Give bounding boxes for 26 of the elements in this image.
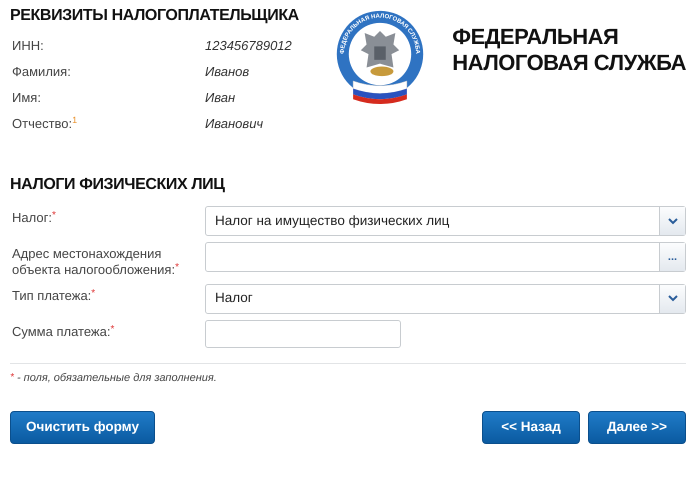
address-field[interactable]: ... (205, 242, 686, 272)
agency-name: ФЕДЕРАЛЬНАЯ (452, 24, 620, 50)
field-value: Иванович (205, 115, 264, 134)
field-label: Налог:* (11, 209, 57, 228)
browse-button[interactable]: ... (659, 243, 685, 272)
dropdown-field[interactable]: Налог на имущество физических лиц (205, 206, 686, 236)
footnote-text: * - поля, обязательные для заполнения. (10, 372, 217, 384)
field-value: 123456789012 (205, 37, 292, 56)
field-label: ИНН: (11, 37, 45, 56)
field-label: Сумма платежа:* (11, 322, 116, 341)
field-value: Иванов (205, 63, 250, 82)
section-title: НАЛОГИ ФИЗИЧЕСКИХ ЛИЦ (10, 175, 226, 194)
field-label: Тип платежа:* (11, 286, 96, 305)
amount-field[interactable] (205, 320, 401, 348)
field-label: Имя: (11, 89, 42, 108)
agency-name: НАЛОГОВАЯ СЛУЖБА (452, 50, 686, 77)
clear-form-button[interactable]: Очистить форму (10, 411, 155, 444)
dropdown-field[interactable]: Налог (205, 284, 686, 314)
back-button[interactable]: << Назад (482, 411, 580, 444)
field-value: Иван (205, 89, 236, 108)
section-title: РЕКВИЗИТЫ НАЛОГОПЛАТЕЛЬЩИКА (10, 6, 300, 26)
field-label: Фамилия: (11, 63, 72, 82)
field-label: Адрес местонахождения объекта налогообложения:* (11, 245, 180, 278)
chevron-down-icon (668, 295, 678, 302)
next-button[interactable]: Далее >> (588, 411, 686, 444)
chevron-down-icon (668, 218, 678, 225)
